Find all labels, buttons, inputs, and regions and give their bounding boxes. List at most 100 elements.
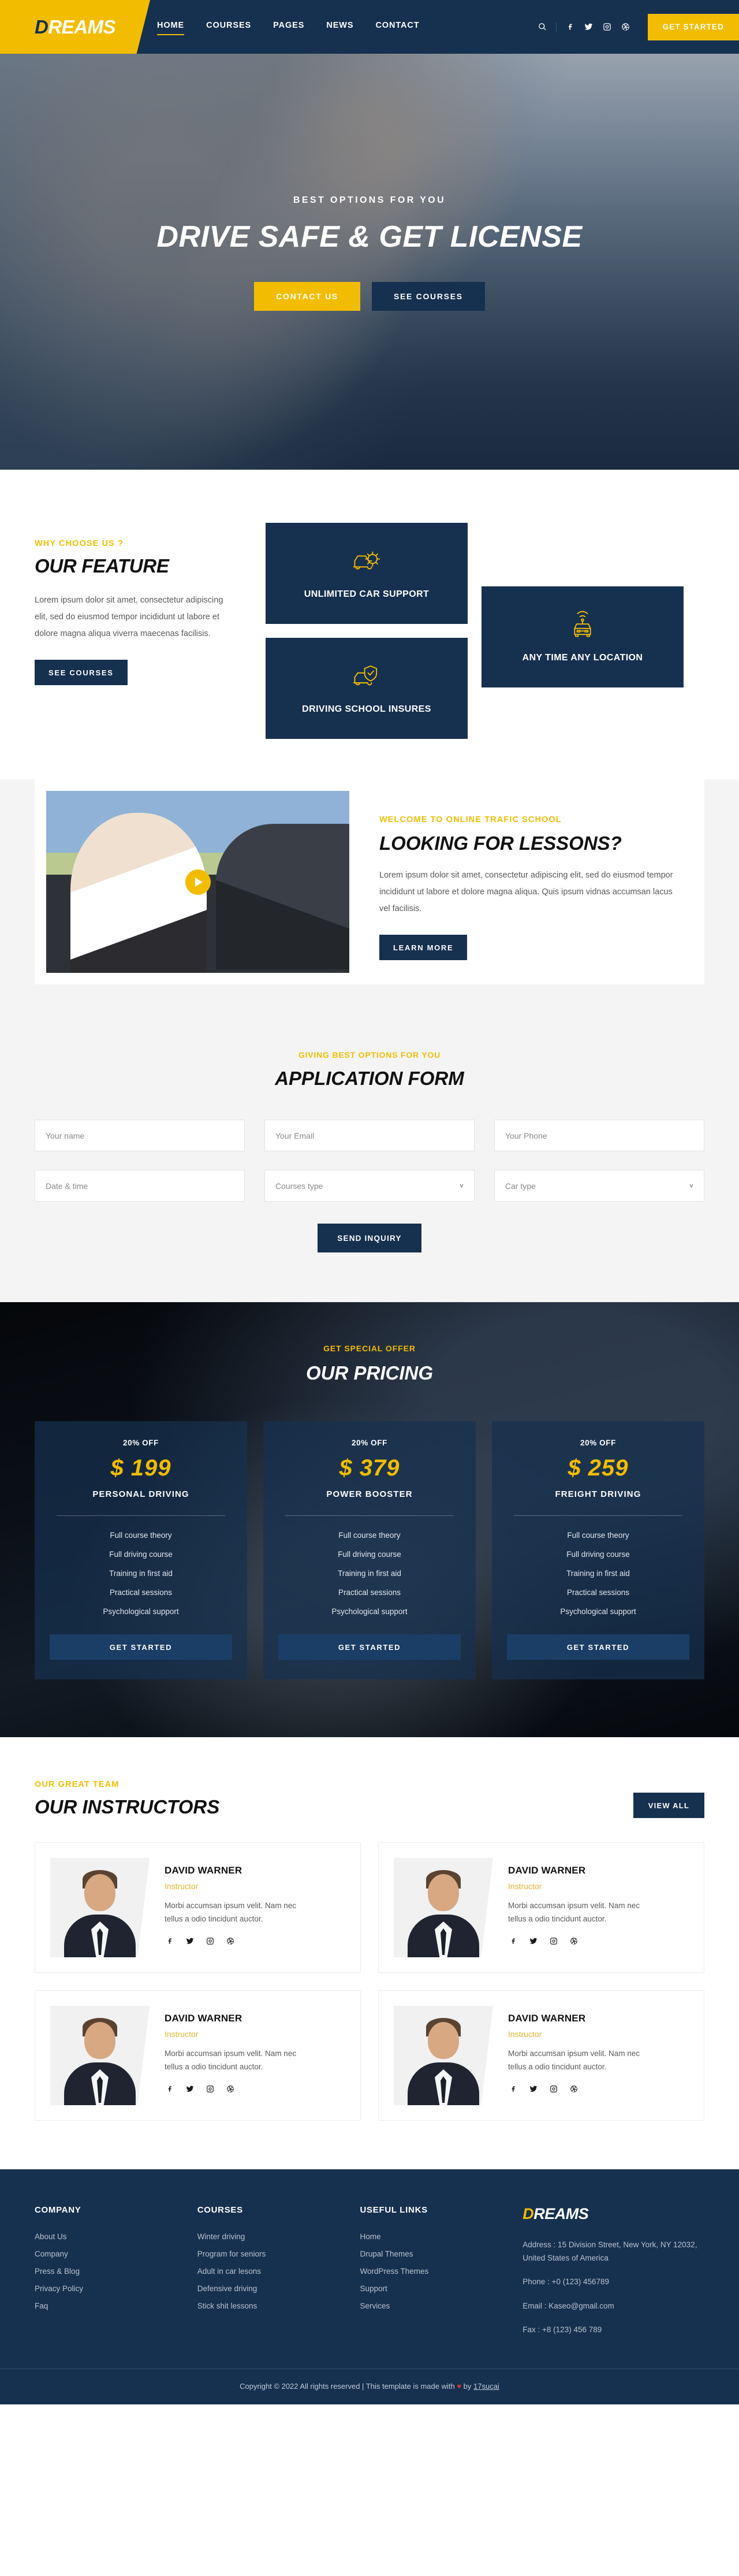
facebook-icon[interactable] <box>508 1936 518 1946</box>
footer-link[interactable]: Defensive driving <box>197 2284 343 2293</box>
plan-feature: Full driving course <box>109 1550 173 1559</box>
instructor-social-links <box>165 2084 309 2094</box>
logo[interactable]: DREAMS <box>0 0 150 54</box>
dribbble-icon[interactable] <box>621 22 630 32</box>
twitter-icon[interactable] <box>528 2084 538 2094</box>
get-started-button[interactable]: GET STARTED <box>647 13 739 40</box>
your-phone-input[interactable]: Your Phone <box>494 1120 704 1151</box>
footer-column-contact: DREAMS Address : 15 Division Street, New… <box>522 2205 704 2336</box>
plan-feature: Full course theory <box>338 1531 401 1540</box>
instructor-social-links <box>165 1936 309 1946</box>
footer-column-useful-links: USEFUL LINKS Home Drupal Themes WordPres… <box>360 2205 506 2336</box>
see-courses-button[interactable]: SEE COURSES <box>371 282 485 311</box>
features-see-courses-button[interactable]: SEE COURSES <box>35 660 128 685</box>
view-all-button[interactable]: VIEW ALL <box>633 1793 704 1818</box>
dribbble-icon[interactable] <box>225 1936 235 1946</box>
footer-link[interactable]: Services <box>360 2302 506 2310</box>
logo-text: DREAMS <box>35 16 116 38</box>
footer-link[interactable]: Home <box>360 2232 506 2241</box>
instructor-card[interactable]: DAVID WARNER Instructor Morbi accumsan i… <box>35 1990 361 2121</box>
pricing-card-freight-driving: 20% OFF $ 259 FREIGHT DRIVING Full cours… <box>492 1421 704 1679</box>
logo-letters-rest: REAMS <box>48 16 116 38</box>
facebook-icon[interactable] <box>565 22 575 32</box>
footer-wrap: COMPANY About Us Company Press & Blog Pr… <box>35 2205 704 2336</box>
car-shield-icon <box>350 662 383 693</box>
footer-link[interactable]: Company <box>35 2250 180 2258</box>
lessons-section: WELCOME TO ONLINE TRAFIC SCHOOL LOOKING … <box>0 779 739 1019</box>
plan-get-started-button[interactable]: GET STARTED <box>507 1634 689 1660</box>
learn-more-button[interactable]: LEARN MORE <box>379 935 468 960</box>
features-title: OUR FEATURE <box>35 555 169 577</box>
instagram-icon[interactable] <box>548 1936 558 1946</box>
plan-name: POWER BOOSTER <box>326 1489 413 1499</box>
instructor-card[interactable]: DAVID WARNER Instructor Morbi accumsan i… <box>378 1990 704 2121</box>
facebook-icon[interactable] <box>165 1936 174 1946</box>
car-type-select[interactable]: Car type ˅ <box>494 1170 704 1202</box>
plan-feature: Psychological support <box>331 1607 408 1616</box>
nav-item-pages[interactable]: PAGES <box>273 21 304 33</box>
footer-link[interactable]: WordPress Themes <box>360 2267 506 2276</box>
footer-logo[interactable]: DREAMS <box>522 2205 704 2223</box>
template-credit-link[interactable]: 17sucai <box>473 2382 499 2391</box>
feature-card-unlimited-car-support[interactable]: UNLIMITED CAR SUPPORT <box>266 523 468 624</box>
pricing-card-personal-driving: 20% OFF $ 199 PERSONAL DRIVING Full cour… <box>35 1421 247 1679</box>
lesson-video-thumbnail[interactable] <box>46 791 349 973</box>
send-inquiry-button[interactable]: SEND INQUIRY <box>318 1224 421 1252</box>
nav-item-contact[interactable]: CONTACT <box>375 21 419 33</box>
features-intro: WHY CHOOSE US ? OUR FEATURE Lorem ipsum … <box>35 523 266 685</box>
footer-link[interactable]: Support <box>360 2284 506 2293</box>
nav-item-home[interactable]: HOME <box>157 21 185 35</box>
instructors-section: OUR GREAT TEAM OUR INSTRUCTORS VIEW ALL … <box>0 1737 739 2169</box>
footer-link[interactable]: Stick shit lessons <box>197 2302 343 2310</box>
courses-type-select[interactable]: Courses type ˅ <box>264 1170 475 1202</box>
pricing-card-power-booster: 20% OFF $ 379 POWER BOOSTER Full course … <box>263 1421 476 1679</box>
date-time-input[interactable]: Date & time <box>35 1170 245 1202</box>
feature-card-driving-school-insures[interactable]: DRIVING SCHOOL INSURES <box>266 638 468 739</box>
twitter-icon[interactable] <box>584 22 594 32</box>
nav-item-news[interactable]: NEWS <box>326 21 353 33</box>
footer-link[interactable]: Faq <box>35 2302 180 2310</box>
instagram-icon[interactable] <box>205 2084 215 2094</box>
instructor-card[interactable]: DAVID WARNER Instructor Morbi accumsan i… <box>35 1842 361 1973</box>
facebook-icon[interactable] <box>165 2084 174 2094</box>
plan-get-started-button[interactable]: GET STARTED <box>50 1634 232 1660</box>
avatar <box>50 2006 150 2105</box>
feature-card-any-time-any-location[interactable]: ANY TIME ANY LOCATION <box>482 586 684 687</box>
search-icon[interactable] <box>538 22 547 32</box>
twitter-icon[interactable] <box>528 1936 538 1946</box>
avatar <box>50 1858 150 1957</box>
footer-link[interactable]: Program for seniors <box>197 2250 343 2258</box>
twitter-icon[interactable] <box>185 1936 195 1946</box>
dribbble-icon[interactable] <box>225 2084 235 2094</box>
avatar <box>394 2006 493 2105</box>
instructor-card[interactable]: DAVID WARNER Instructor Morbi accumsan i… <box>378 1842 704 1973</box>
your-email-input[interactable]: Your Email <box>264 1120 475 1151</box>
instagram-icon[interactable] <box>205 1936 215 1946</box>
facebook-icon[interactable] <box>508 2084 518 2094</box>
contact-us-button[interactable]: CONTACT US <box>254 282 360 311</box>
instagram-icon[interactable] <box>548 2084 558 2094</box>
footer-link[interactable]: Press & Blog <box>35 2267 180 2276</box>
hero-title: DRIVE SAFE & GET LICENSE <box>156 220 583 254</box>
your-name-input[interactable]: Your name <box>35 1120 245 1151</box>
instructors-kicker: OUR GREAT TEAM <box>35 1780 120 1789</box>
twitter-icon[interactable] <box>185 2084 195 2094</box>
footer-columns: COMPANY About Us Company Press & Blog Pr… <box>35 2205 704 2336</box>
footer-link[interactable]: About Us <box>35 2232 180 2241</box>
footer-link[interactable]: Drupal Themes <box>360 2250 506 2258</box>
instagram-icon[interactable] <box>602 22 612 32</box>
application-form-section: GIVING BEST OPTIONS FOR YOU APPLICATION … <box>0 1019 739 1302</box>
instructors-wrap: OUR GREAT TEAM OUR INSTRUCTORS VIEW ALL … <box>35 1780 704 2121</box>
play-icon[interactable] <box>185 869 211 895</box>
footer-link[interactable]: Adult in car lesons <box>197 2267 343 2276</box>
dribbble-icon[interactable] <box>569 1936 578 1946</box>
main-navigation[interactable]: HOME COURSES PAGES NEWS CONTACT <box>157 0 420 54</box>
instructor-bio: Morbi accumsan ipsum velit. Nam nec tell… <box>165 1901 297 1924</box>
plan-get-started-button[interactable]: GET STARTED <box>278 1634 461 1660</box>
hero-kicker: BEST OPTIONS FOR YOU <box>293 195 446 205</box>
dribbble-icon[interactable] <box>569 2084 578 2094</box>
footer-link[interactable]: Privacy Policy <box>35 2284 180 2293</box>
footer-link[interactable]: Winter driving <box>197 2232 343 2241</box>
form-wrap: GIVING BEST OPTIONS FOR YOU APPLICATION … <box>35 1050 704 1252</box>
nav-item-courses[interactable]: COURSES <box>206 21 251 33</box>
